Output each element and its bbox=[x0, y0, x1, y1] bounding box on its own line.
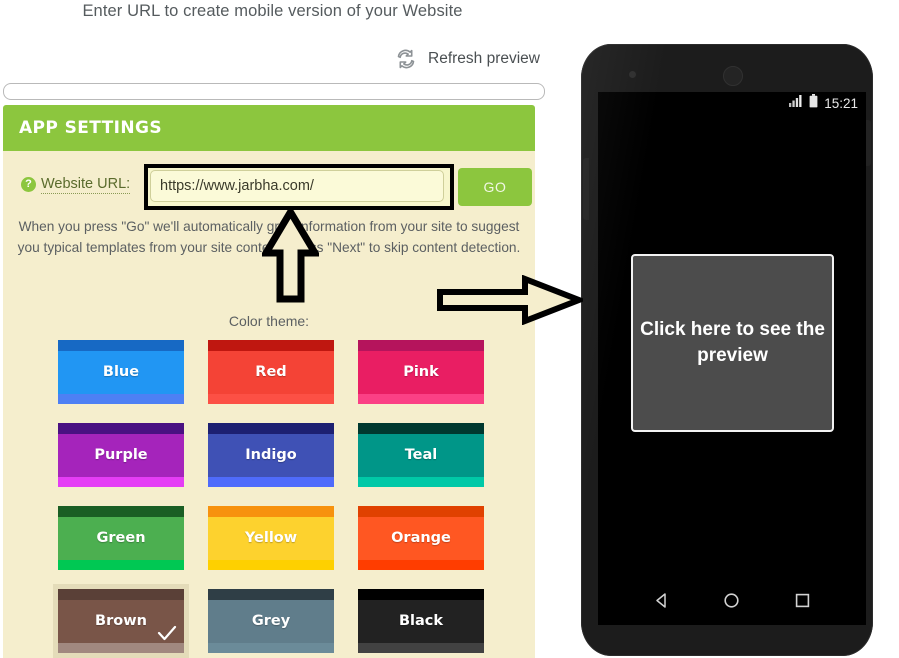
phone-navigation-bar bbox=[598, 581, 866, 625]
helper-text: When you press "Go" we'll automatically … bbox=[17, 219, 521, 255]
color-swatch-label: Brown bbox=[95, 613, 147, 629]
color-swatch-light-band bbox=[358, 394, 484, 404]
preview-placeholder-label: Click here to see the preview bbox=[640, 319, 825, 366]
color-swatch-inner: Blue bbox=[58, 340, 184, 404]
website-url-input[interactable] bbox=[150, 170, 444, 202]
color-swatch-brown[interactable]: Brown bbox=[53, 584, 189, 658]
color-swatch-label: Pink bbox=[403, 364, 439, 380]
color-swatch-inner: Black bbox=[358, 589, 484, 653]
color-swatch-purple[interactable]: Purple bbox=[58, 423, 184, 487]
recents-square-icon[interactable] bbox=[793, 591, 812, 615]
color-swatch-red[interactable]: Red bbox=[208, 340, 334, 404]
color-swatch-light-band bbox=[58, 560, 184, 570]
page-title: Enter URL to create mobile version of yo… bbox=[82, 2, 463, 20]
color-swatch-label: Red bbox=[255, 364, 287, 380]
color-swatch-light-band bbox=[208, 560, 334, 570]
color-swatch-dark-band bbox=[358, 340, 484, 351]
website-url-row: ? Website URL: GO bbox=[3, 156, 535, 218]
color-swatch-teal[interactable]: Teal bbox=[358, 423, 484, 487]
color-swatch-light-band bbox=[208, 643, 334, 653]
refresh-icon bbox=[392, 45, 420, 73]
color-swatch-blue[interactable]: Blue bbox=[58, 340, 184, 404]
app-settings-title: APP SETTINGS bbox=[19, 118, 162, 138]
color-swatch-inner: Indigo bbox=[208, 423, 334, 487]
refresh-preview-label: Refresh preview bbox=[428, 50, 540, 67]
color-swatch-orange[interactable]: Orange bbox=[358, 506, 484, 570]
color-swatch-label: Yellow bbox=[244, 530, 298, 546]
color-swatch-inner: Orange bbox=[358, 506, 484, 570]
go-button[interactable]: GO bbox=[458, 168, 532, 206]
phone-screen: 15:21 Click here to see the preview bbox=[598, 92, 866, 625]
color-swatch-inner: Green bbox=[58, 506, 184, 570]
color-swatch-dark-band bbox=[208, 506, 334, 517]
color-swatch-label: Purple bbox=[94, 447, 148, 463]
color-swatch-inner: Brown bbox=[58, 589, 184, 653]
color-swatch-light-band bbox=[58, 394, 184, 404]
color-swatch-light-band bbox=[358, 477, 484, 487]
color-swatch-light-band bbox=[208, 394, 334, 404]
color-swatch-dark-band bbox=[358, 423, 484, 434]
app-settings-body: ? Website URL: GO When you press "Go" we… bbox=[3, 151, 535, 658]
phone-body: 15:21 Click here to see the preview bbox=[581, 44, 873, 656]
signal-bars-icon bbox=[789, 94, 803, 112]
phone-camera-icon bbox=[629, 71, 636, 78]
color-swatch-label: Teal bbox=[404, 447, 438, 463]
color-swatch-light-band bbox=[358, 560, 484, 570]
color-swatch-dark-band bbox=[208, 589, 334, 600]
color-swatch-indigo[interactable]: Indigo bbox=[208, 423, 334, 487]
color-swatch-label: Blue bbox=[102, 364, 140, 380]
phone-preview-mockup: 15:21 Click here to see the preview bbox=[575, 44, 879, 658]
color-swatch-inner: Pink bbox=[358, 340, 484, 404]
top-url-input[interactable] bbox=[3, 83, 545, 100]
color-swatch-light-band bbox=[208, 477, 334, 487]
color-swatch-dark-band bbox=[358, 589, 484, 600]
home-circle-icon[interactable] bbox=[722, 591, 741, 615]
color-swatch-green[interactable]: Green bbox=[58, 506, 184, 570]
color-swatch-label: Orange bbox=[391, 530, 451, 546]
color-swatch-inner: Purple bbox=[58, 423, 184, 487]
color-swatch-dark-band bbox=[58, 423, 184, 434]
help-icon[interactable]: ? bbox=[21, 177, 36, 192]
website-url-label[interactable]: Website URL: bbox=[41, 176, 131, 194]
battery-icon bbox=[809, 93, 818, 113]
phone-status-time: 15:21 bbox=[824, 95, 858, 111]
app-settings-header: APP SETTINGS bbox=[3, 105, 535, 151]
color-swatch-dark-band bbox=[208, 340, 334, 351]
color-swatch-label: Green bbox=[96, 530, 146, 546]
settings-panel: Enter URL to create mobile version of yo… bbox=[0, 0, 588, 658]
color-swatch-dark-band bbox=[208, 423, 334, 434]
color-swatch-dark-band bbox=[58, 506, 184, 517]
color-theme-label: Color theme: bbox=[228, 313, 310, 329]
color-swatch-inner: Red bbox=[208, 340, 334, 404]
color-swatch-label: Black bbox=[398, 613, 444, 629]
color-swatch-dark-band bbox=[58, 340, 184, 351]
color-swatch-light-band bbox=[358, 643, 484, 653]
color-swatch-dark-band bbox=[58, 589, 184, 600]
color-swatch-inner: Grey bbox=[208, 589, 334, 653]
back-triangle-icon[interactable] bbox=[652, 591, 671, 615]
color-swatch-inner: Teal bbox=[358, 423, 484, 487]
color-swatch-inner: Yellow bbox=[208, 506, 334, 570]
color-swatch-label: Indigo bbox=[245, 447, 297, 463]
check-icon bbox=[157, 625, 177, 647]
color-swatch-black[interactable]: Black bbox=[358, 589, 484, 653]
color-swatch-pink[interactable]: Pink bbox=[358, 340, 484, 404]
color-swatch-yellow[interactable]: Yellow bbox=[208, 506, 334, 570]
color-theme-grid: Blue Red Pink Purple Indigo Teal Green Yellow Or… bbox=[53, 340, 498, 658]
phone-status-bar: 15:21 bbox=[598, 92, 866, 114]
color-swatch-light-band bbox=[58, 477, 184, 487]
phone-volume-button[interactable] bbox=[583, 158, 589, 220]
color-swatch-label: Grey bbox=[251, 613, 291, 629]
refresh-preview-button[interactable]: Refresh preview bbox=[392, 45, 540, 73]
phone-speaker-icon bbox=[723, 66, 743, 86]
preview-placeholder-button[interactable]: Click here to see the preview bbox=[631, 254, 834, 432]
color-swatch-dark-band bbox=[358, 506, 484, 517]
color-swatch-grey[interactable]: Grey bbox=[208, 589, 334, 653]
